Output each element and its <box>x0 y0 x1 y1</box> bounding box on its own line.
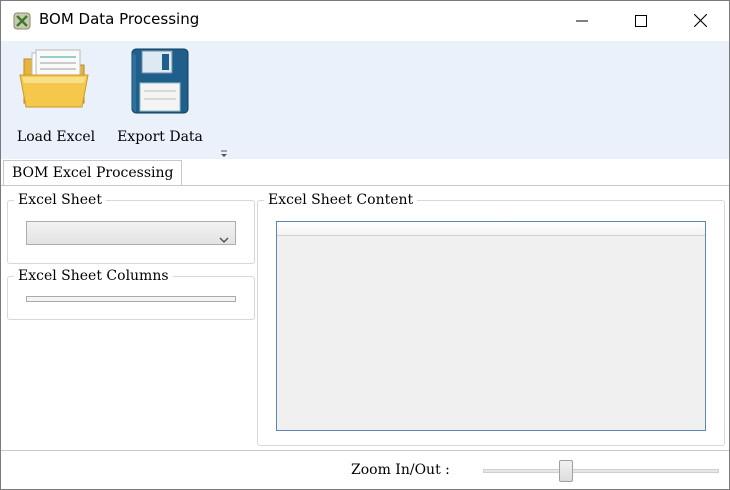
ribbon-dropdown-icon[interactable] <box>219 144 229 157</box>
excel-sheet-dropdown[interactable] <box>26 221 236 245</box>
maximize-button[interactable] <box>612 1 670 41</box>
status-bar: Zoom In/Out : <box>1 452 729 489</box>
excel-sheet-columns-title: Excel Sheet Columns <box>14 268 173 284</box>
chevron-down-icon <box>219 229 229 243</box>
zoom-slider-thumb[interactable] <box>558 460 573 482</box>
app-icon <box>13 12 31 30</box>
maximize-icon <box>635 12 647 31</box>
close-button[interactable] <box>671 1 729 41</box>
folder-icon <box>18 47 94 113</box>
excel-data-grid[interactable] <box>276 221 706 431</box>
window-title: BOM Data Processing <box>39 10 200 28</box>
load-excel-button[interactable]: Load Excel <box>11 47 101 155</box>
excel-sheet-columns-group: Excel Sheet Columns <box>7 268 255 320</box>
tab-bom-excel-processing[interactable]: BOM Excel Processing <box>3 160 183 186</box>
excel-sheet-content-title: Excel Sheet Content <box>264 192 418 208</box>
excel-sheet-title: Excel Sheet <box>14 192 106 208</box>
title-bar[interactable]: BOM Data Processing <box>1 1 729 41</box>
ribbon-toolbar: Load Excel Export Data <box>1 41 729 159</box>
floppy-disk-icon <box>126 47 194 117</box>
tab-strip: BOM Excel Processing <box>1 159 729 186</box>
grid-header <box>277 222 705 236</box>
minimize-icon <box>576 12 588 31</box>
zoom-slider[interactable] <box>483 469 719 473</box>
excel-sheet-content-group: Excel Sheet Content <box>257 192 725 446</box>
export-data-button[interactable]: Export Data <box>111 47 209 155</box>
tab-content: Excel Sheet Excel Sheet Columns Excel Sh… <box>1 185 729 451</box>
zoom-label: Zoom In/Out : <box>351 462 450 478</box>
excel-sheet-group: Excel Sheet <box>7 192 255 264</box>
columns-list[interactable] <box>26 296 236 302</box>
close-icon <box>693 12 707 31</box>
minimize-button[interactable] <box>553 1 611 41</box>
load-excel-label: Load Excel <box>16 129 96 145</box>
main-window: BOM Data Processing Load Excel Export Da… <box>0 0 730 490</box>
export-data-label: Export Data <box>117 129 203 145</box>
